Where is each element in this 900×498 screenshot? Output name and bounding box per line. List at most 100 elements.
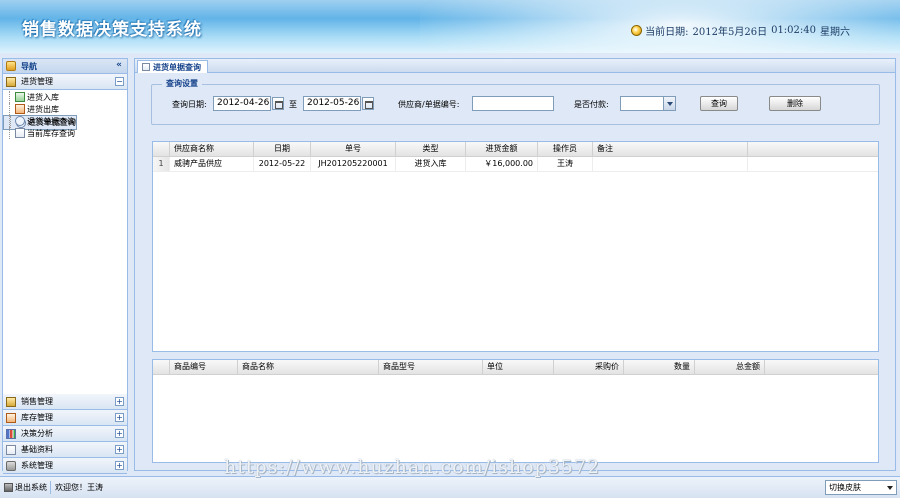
navigation-icon bbox=[6, 61, 16, 71]
date-to-input[interactable]: 2012-05-26 bbox=[303, 96, 361, 111]
nav-tree: 进货入库 进货出库 进货单据查询 退货单据查询 当前库存查询 bbox=[3, 90, 127, 394]
col-header[interactable]: 日期 bbox=[254, 142, 311, 156]
col-header[interactable]: 类型 bbox=[396, 142, 466, 156]
col-header[interactable]: 备注 bbox=[593, 142, 748, 156]
col-header[interactable]: 供应商名称 bbox=[170, 142, 254, 156]
date-label: 查询日期: bbox=[172, 100, 207, 109]
nav-group-system[interactable]: 系统管理 + bbox=[3, 458, 127, 474]
paid-label: 是否付款: bbox=[574, 100, 609, 109]
row-number: 1 bbox=[153, 157, 170, 171]
nav-panel-header: 导航 « bbox=[3, 59, 127, 74]
nav-item-stock-out[interactable]: 进货出库 bbox=[3, 103, 127, 115]
col-header[interactable]: 操作员 bbox=[538, 142, 593, 156]
nav-group-analysis[interactable]: 决策分析 + bbox=[3, 426, 127, 442]
watermark: https://www.huzhan.com/ishop3572 bbox=[224, 456, 601, 478]
query-legend: 查询设置 bbox=[162, 78, 202, 89]
stock-out-icon bbox=[15, 104, 25, 114]
nav-sidebar: 导航 « 进货管理 − 进货入库 进货出库 进货单据查询 退货单据查询 当前库存… bbox=[2, 58, 128, 474]
cell-amount: ￥16,000.00 bbox=[466, 157, 538, 171]
nav-group-label: 决策分析 bbox=[21, 429, 53, 438]
clock-icon bbox=[631, 25, 643, 36]
skin-label: 切换皮肤 bbox=[829, 483, 861, 492]
logout-button[interactable]: 退出系统 bbox=[4, 482, 47, 493]
details-header: 商品编号 商品名称 商品型号 单位 采购价 数量 总金额 bbox=[153, 360, 878, 375]
nav-group-label: 进货管理 bbox=[21, 77, 53, 86]
col-header[interactable]: 单号 bbox=[311, 142, 396, 156]
cell-note bbox=[593, 157, 748, 171]
cell-date: 2012-05-22 bbox=[254, 157, 311, 171]
search-button[interactable]: 查询 bbox=[700, 96, 738, 111]
supplier-label: 供应商/单据编号: bbox=[398, 100, 460, 109]
col-header[interactable]: 商品编号 bbox=[170, 360, 238, 374]
nav-title: 导航 bbox=[21, 61, 37, 71]
supplier-input[interactable] bbox=[472, 96, 554, 111]
paid-select[interactable] bbox=[620, 96, 676, 111]
date-separator: 至 bbox=[289, 100, 297, 109]
chevron-down-icon[interactable] bbox=[885, 481, 896, 494]
expand-group-icon[interactable]: + bbox=[115, 445, 124, 454]
orders-header: 供应商名称 日期 单号 类型 进货金额 操作员 备注 bbox=[153, 142, 878, 157]
expand-group-icon[interactable]: + bbox=[115, 429, 124, 438]
data-icon bbox=[6, 444, 16, 455]
nav-item-inventory-query[interactable]: 当前库存查询 bbox=[3, 127, 127, 139]
nav-item-label: 当前库存查询 bbox=[27, 128, 75, 138]
expand-group-icon[interactable]: + bbox=[115, 461, 124, 470]
app-header: 销售数据决策支持系统 当前日期: 2012年5月26日 01:02:40 星期六 bbox=[0, 0, 900, 53]
nav-item-label: 进货出库 bbox=[27, 104, 59, 114]
col-header[interactable]: 采购价 bbox=[554, 360, 624, 374]
tab-label: 进货单据查询 bbox=[153, 62, 201, 72]
expand-group-icon[interactable]: + bbox=[115, 413, 124, 422]
collapse-group-icon[interactable]: − bbox=[115, 77, 124, 86]
nav-group-label: 基础资料 bbox=[21, 445, 53, 454]
nav-item-stock-in[interactable]: 进货入库 bbox=[3, 91, 127, 103]
welcome-text: 欢迎您！王涛 bbox=[55, 483, 103, 492]
nav-group-purchase[interactable]: 进货管理 − bbox=[3, 74, 127, 90]
col-header[interactable]: 商品名称 bbox=[238, 360, 379, 374]
doc-icon bbox=[142, 63, 150, 71]
col-header[interactable]: 总金额 bbox=[695, 360, 765, 374]
expand-group-icon[interactable]: + bbox=[115, 397, 124, 406]
query-settings: 查询设置 查询日期: 2012-04-26 至 2012-05-26 供应商/单… bbox=[151, 78, 880, 125]
calendar-icon[interactable] bbox=[272, 97, 284, 110]
nav-group-label: 销售管理 bbox=[21, 397, 53, 406]
collapse-sidebar-icon[interactable]: « bbox=[114, 61, 124, 71]
search-doc-icon bbox=[15, 116, 25, 126]
date-label: 当前日期: bbox=[645, 27, 689, 38]
paid-value bbox=[621, 97, 624, 106]
status-bar: 退出系统 欢迎您！王涛 切换皮肤 bbox=[0, 476, 900, 498]
nav-item-return-query[interactable]: 退货单据查询 bbox=[3, 115, 127, 127]
logout-label: 退出系统 bbox=[15, 483, 47, 492]
sales-icon bbox=[6, 396, 16, 407]
inventory-icon bbox=[6, 412, 16, 423]
cell-supplier: 威骋产品供应 bbox=[170, 157, 254, 171]
calendar-icon[interactable] bbox=[362, 97, 374, 110]
doc-icon bbox=[15, 128, 25, 138]
col-header[interactable]: 商品型号 bbox=[379, 360, 483, 374]
skin-select[interactable]: 切换皮肤 bbox=[825, 480, 897, 495]
nav-group-label: 库存管理 bbox=[21, 413, 53, 422]
nav-group-sales[interactable]: 销售管理 + bbox=[3, 394, 127, 410]
col-header[interactable]: 进货金额 bbox=[466, 142, 538, 156]
tab-bar: 进货单据查询 bbox=[135, 59, 895, 73]
tab-purchase-query[interactable]: 进货单据查询 bbox=[137, 60, 208, 73]
main-panel: 进货单据查询 查询设置 查询日期: 2012-04-26 至 2012-05-2… bbox=[134, 58, 896, 471]
col-header[interactable]: 单位 bbox=[483, 360, 554, 374]
chevron-down-icon[interactable] bbox=[663, 97, 675, 110]
col-header[interactable]: 数量 bbox=[624, 360, 695, 374]
date-from-input[interactable]: 2012-04-26 bbox=[213, 96, 271, 111]
orders-grid: 供应商名称 日期 单号 类型 进货金额 操作员 备注 1 威骋产品供应 2012… bbox=[152, 141, 879, 352]
weekday: 星期六 bbox=[820, 27, 850, 38]
nav-group-label: 系统管理 bbox=[21, 461, 53, 470]
nav-group-inventory[interactable]: 库存管理 + bbox=[3, 410, 127, 426]
app-title: 销售数据决策支持系统 bbox=[22, 20, 202, 40]
delete-button[interactable]: 删除 bbox=[769, 96, 821, 111]
chart-icon bbox=[6, 428, 16, 439]
nav-item-label: 退货单据查询 bbox=[27, 116, 75, 126]
nav-group-basic-data[interactable]: 基础资料 + bbox=[3, 442, 127, 458]
divider bbox=[50, 481, 51, 494]
row-number-header bbox=[153, 360, 170, 374]
table-row[interactable]: 1 威骋产品供应 2012-05-22 JH201205220001 进货入库 … bbox=[153, 157, 878, 172]
gear-icon bbox=[6, 460, 16, 471]
nav-item-label: 进货入库 bbox=[27, 92, 59, 102]
cell-operator: 王涛 bbox=[538, 157, 593, 171]
